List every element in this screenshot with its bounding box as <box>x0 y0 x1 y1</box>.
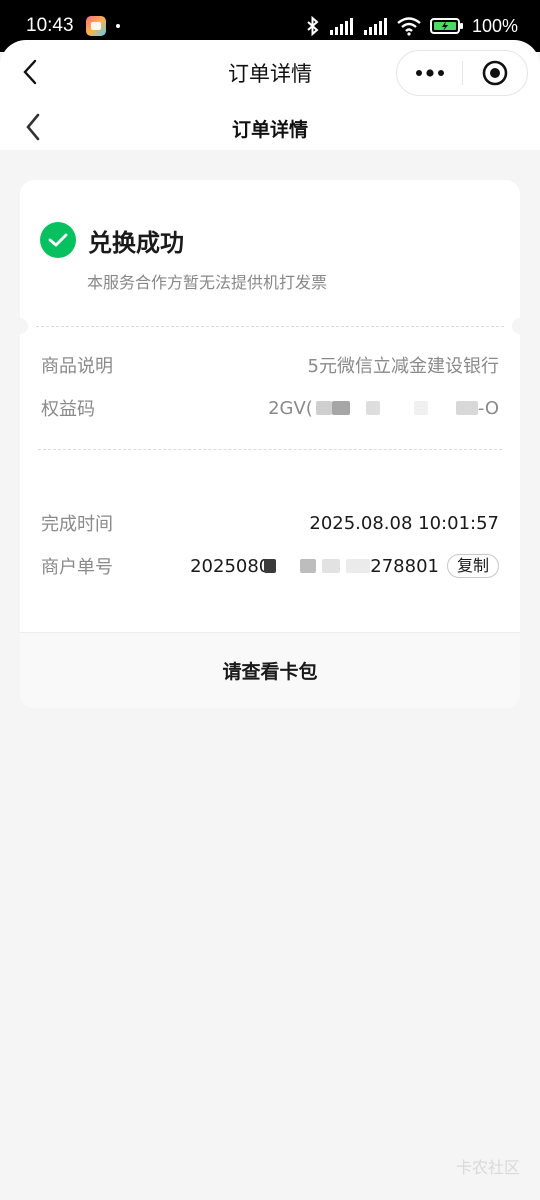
check-circle-icon <box>40 222 76 258</box>
product-label: 商品说明 <box>41 356 113 377</box>
card-footer: 请查看卡包 <box>20 632 520 708</box>
ticket-notch-right <box>512 318 520 334</box>
status-subtitle: 本服务合作方暂无法提供机打发票 <box>87 273 328 292</box>
capsule-menu <box>396 50 528 96</box>
close-button[interactable] <box>463 51 527 95</box>
battery-charging-icon <box>429 18 463 34</box>
redaction-block <box>413 401 428 415</box>
complete-time-value: 2025.08.08 10:01:57 <box>309 512 499 534</box>
redaction-block <box>264 559 277 573</box>
code-value-prefix: 2GV( <box>268 397 313 419</box>
redaction-block <box>315 401 332 415</box>
product-row: 商品说明 5元微信立减金建设银行 <box>41 350 499 380</box>
redaction-block <box>365 401 380 415</box>
signal-hd-icon <box>329 18 353 35</box>
battery-percent: 100% <box>471 15 518 36</box>
ticket-notch-left <box>20 318 28 334</box>
view-card-wallet-link[interactable]: 请查看卡包 <box>222 657 317 684</box>
copy-button[interactable]: 复制 <box>446 554 499 578</box>
more-dots-icon <box>415 69 444 77</box>
redaction-block <box>455 401 478 415</box>
code-value-suffix: -O <box>477 397 499 419</box>
code-row: 权益码 2GV( -O <box>41 393 499 423</box>
order-status: 兑换成功 <box>40 222 184 258</box>
order-card: 兑换成功 本服务合作方暂无法提供机打发票 商品说明 5元微信立减金建设银行 权益… <box>20 180 520 708</box>
redaction-block <box>322 559 341 573</box>
status-time: 10:43 <box>26 15 74 36</box>
page-title: 订单详情 <box>231 119 308 141</box>
redaction-block <box>300 559 317 573</box>
merchant-no-value: 2025080 278801 复制 <box>190 554 499 578</box>
watermark: 卡农社区 <box>455 1158 520 1177</box>
miniprogram-top-bar: 订单详情 <box>0 40 540 104</box>
merchant-no-row: 商户单号 2025080 278801 复制 <box>41 551 499 581</box>
redaction-block <box>346 559 371 573</box>
code-value: 2GV( -O <box>268 398 499 419</box>
gallery-app-icon <box>85 16 106 36</box>
merchant-no-label: 商户单号 <box>41 557 113 578</box>
merchant-no-prefix: 2025080 <box>190 555 271 577</box>
bluetooth-icon <box>307 16 319 36</box>
page-nav: 订单详情 <box>0 104 540 150</box>
target-close-icon <box>482 60 508 86</box>
more-button[interactable] <box>397 51 462 95</box>
section-divider <box>38 449 502 450</box>
code-label: 权益码 <box>41 399 95 420</box>
merchant-no-suffix: 278801 <box>370 555 439 577</box>
signal-hd-icon-2 <box>363 18 387 35</box>
complete-time-label: 完成时间 <box>41 514 113 535</box>
redaction-block <box>331 401 350 415</box>
complete-time-row: 完成时间 2025.08.08 10:01:57 <box>41 508 499 538</box>
wifi-icon <box>397 17 421 36</box>
status-title: 兑换成功 <box>88 228 184 257</box>
ticket-perforation <box>36 326 504 327</box>
notification-dot-icon <box>115 24 120 28</box>
product-value: 5元微信立减金建设银行 <box>307 356 499 377</box>
status-indicators: 100% <box>306 16 518 37</box>
